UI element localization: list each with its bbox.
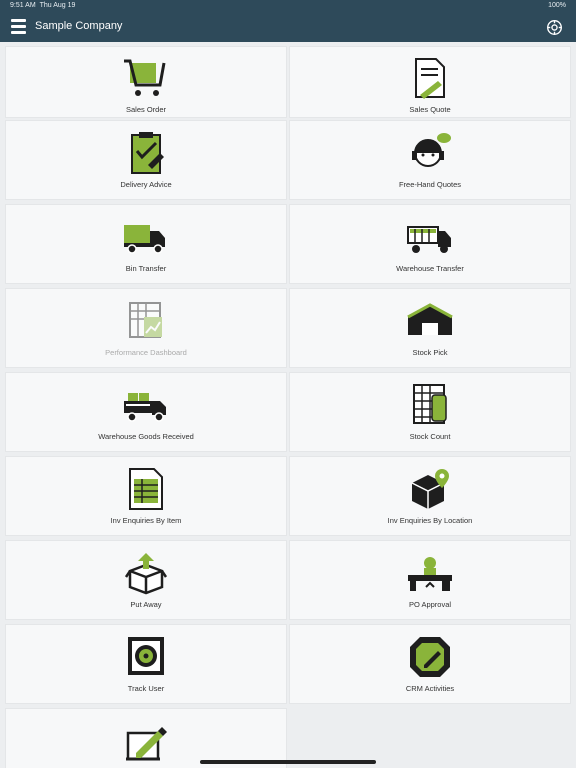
tile-label: Inv Enquiries By Location [387,516,473,525]
tile-label: Bin Transfer [125,264,167,273]
tile-label: CRM Activities [405,684,455,693]
status-bar: 9:51 AM Thu Aug 19 100% [0,0,576,12]
open-box-arrow-icon [124,553,168,595]
cart-icon [124,59,166,96]
tile-label: Stock Pick [412,348,448,357]
signature-pad-icon [126,727,167,761]
tile-label: Track User [127,684,165,693]
tile-label: Delivery Advice [120,180,172,189]
tile-warehouse-goods-received[interactable]: Warehouse Goods Received [6,373,286,451]
settings-gear-icon[interactable] [546,19,563,36]
tile-stock-count[interactable]: Stock Count [290,373,570,451]
tile-label: Free-Hand Quotes [398,180,462,189]
clipboard-checklist-icon [131,132,164,174]
tile-label: Sales Order [125,105,167,114]
tile-po-approval[interactable]: PO Approval [290,541,570,619]
tile-sales-order[interactable]: Sales Order [6,47,286,117]
desk-person-icon [408,557,452,591]
tile-bin-transfer[interactable]: Bin Transfer [6,205,286,283]
tile-warehouse-transfer[interactable]: Warehouse Transfer [290,205,570,283]
box-location-pin-icon [411,469,449,509]
tile-delivery-advice[interactable]: Delivery Advice [6,121,286,199]
tile-label: Stock Count [409,432,451,441]
crm-edit-icon [410,637,450,677]
tile-label: Inv Enquiries By Item [110,516,182,525]
headset-operator-icon [412,133,451,167]
tile-stock-pick[interactable]: Stock Pick [290,289,570,367]
status-time-date: 9:51 AM Thu Aug 19 [10,2,76,9]
tile-label: Warehouse Goods Received [98,432,194,441]
home-indicator[interactable] [200,760,376,764]
tile-label: Performance Dashboard [105,348,187,357]
tile-label: PO Approval [408,600,452,609]
tile-crm-activities[interactable]: CRM Activities [290,625,570,703]
tile-track-user[interactable]: Track User [6,625,286,703]
delivery-truck-boxes-icon [124,393,166,422]
page-title: Sample Company [35,20,123,32]
item-document-icon [129,468,163,510]
dashboard-chart-icon [129,302,162,338]
stock-count-sheet-icon [413,384,447,424]
hamburger-menu-icon[interactable] [11,19,26,35]
tile-inv-enquiries-by-item[interactable]: Inv Enquiries By Item [6,457,286,535]
truck-icon [124,225,165,254]
tile-sales-quote[interactable]: Sales Quote [290,47,570,117]
warehouse-icon [407,303,453,335]
tile-inv-enquiries-by-location[interactable]: Inv Enquiries By Location [290,457,570,535]
top-navigation-bar: Sample Company [0,12,576,42]
container-truck-icon [407,226,451,253]
target-tracking-icon [128,637,164,675]
status-battery: 100% [548,2,566,9]
tile-put-away[interactable]: Put Away [6,541,286,619]
tile-label: Put Away [130,600,162,609]
tile-label: Sales Quote [409,105,451,114]
quote-document-icon [415,58,445,99]
tile-performance-dashboard[interactable]: Performance Dashboard [6,289,286,367]
tile-label: Warehouse Transfer [396,264,464,273]
tile-free-hand-quotes[interactable]: Free-Hand Quotes [290,121,570,199]
